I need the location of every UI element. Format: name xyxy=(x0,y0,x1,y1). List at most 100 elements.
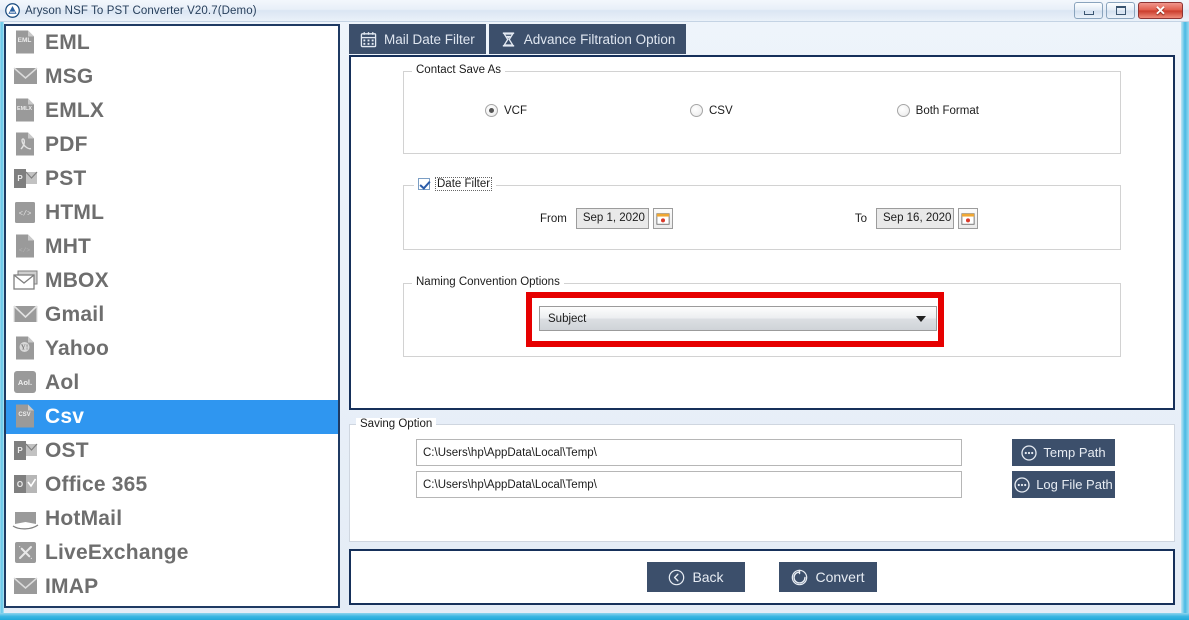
sidebar-item-ost[interactable]: P OST xyxy=(6,434,338,468)
from-label: From xyxy=(540,212,567,225)
radio-option-vcf[interactable]: VCF xyxy=(485,104,527,117)
log-path-input[interactable]: C:\Users\hp\AppData\Local\Temp\ xyxy=(416,471,962,498)
sidebar-item-aol[interactable]: Aol. Aol xyxy=(6,366,338,400)
back-button[interactable]: Back xyxy=(647,562,745,592)
date-filter-checkbox[interactable] xyxy=(418,178,430,190)
log-file-path-button[interactable]: Log File Path xyxy=(1012,471,1115,498)
sidebar-item-liveexchange[interactable]: LiveExchange xyxy=(6,536,338,570)
application-window: Aryson NSF To PST Converter V20.7(Demo) … xyxy=(0,0,1189,620)
sidebar-item-csv[interactable]: CSV Csv xyxy=(6,400,338,434)
close-button[interactable]: ✕ xyxy=(1138,2,1183,19)
sidebar-item-imap[interactable]: IMAP xyxy=(6,570,338,604)
sidebar-item-gmail[interactable]: Gmail xyxy=(6,298,338,332)
svg-text:Aol.: Aol. xyxy=(18,378,32,387)
contact-save-as-group: Contact Save As VCF CSV Both Format xyxy=(403,64,1121,154)
ellipsis-circle-icon xyxy=(1014,476,1030,493)
sidebar-item-label: Gmail xyxy=(45,303,105,326)
sidebar-item-pst[interactable]: P PST xyxy=(6,162,338,196)
naming-convention-dropdown[interactable]: Subject xyxy=(539,306,937,331)
window-frame-bottom xyxy=(0,613,1189,620)
date-filter-toggle[interactable]: Date Filter xyxy=(414,177,497,191)
svg-text:Y!: Y! xyxy=(21,343,28,351)
minimize-button[interactable] xyxy=(1074,2,1103,19)
temp-path-button[interactable]: Temp Path xyxy=(1012,439,1115,466)
sidebar-item-eml[interactable]: EML EML xyxy=(6,26,338,60)
convert-button[interactable]: Convert xyxy=(779,562,877,592)
sidebar-item-label: OST xyxy=(45,439,89,462)
naming-convention-value: Subject xyxy=(548,312,587,325)
date-filter-group: Date Filter From Sep 1, 2020 To Sep 16, … xyxy=(403,177,1121,250)
sidebar-item-hotmail[interactable]: HotMail xyxy=(6,502,338,536)
svg-text:EML: EML xyxy=(18,37,32,44)
to-calendar-button[interactable] xyxy=(958,208,978,229)
pdf-file-icon xyxy=(12,131,39,159)
yahoo-file-icon: Y! xyxy=(12,335,39,363)
radio-option-csv[interactable]: CSV xyxy=(690,104,733,117)
radio-label: VCF xyxy=(504,104,527,117)
radio-vcf-icon[interactable] xyxy=(485,104,498,117)
saving-option-group: Saving Option C:\Users\hp\AppData\Local\… xyxy=(349,418,1175,542)
sidebar-item-label: MSG xyxy=(45,65,94,88)
sidebar-item-mht[interactable]: </> MHT xyxy=(6,230,338,264)
format-list-sidebar[interactable]: EML EML MSG EMLX EMLX PDF P PST </> HTML </… xyxy=(4,24,340,608)
naming-convention-group: Naming Convention Options Subject xyxy=(403,276,1121,357)
window-frame-right xyxy=(1181,22,1189,620)
temp-path-input[interactable]: C:\Users\hp\AppData\Local\Temp\ xyxy=(416,439,962,466)
sidebar-item-office-365[interactable]: O Office 365 xyxy=(6,468,338,502)
imap-envelope-icon xyxy=(12,573,39,601)
radio-both-format-icon[interactable] xyxy=(896,104,910,117)
radio-option-both-format[interactable]: Both Format xyxy=(896,104,979,117)
svg-text:CSV: CSV xyxy=(18,412,30,418)
calendar-icon xyxy=(360,31,377,47)
sidebar-item-emlx[interactable]: EMLX EMLX xyxy=(6,94,338,128)
pst-outlook-icon: P xyxy=(12,165,39,193)
sidebar-item-label: Csv xyxy=(45,405,85,428)
sidebar-item-yahoo[interactable]: Y! Yahoo xyxy=(6,332,338,366)
restore-icon xyxy=(1115,6,1126,15)
app-logo-icon xyxy=(5,3,20,18)
tab-advance-filtration-option[interactable]: Advance Filtration Option xyxy=(488,24,687,54)
filter-panel: Contact Save As VCF CSV Both Format Date… xyxy=(349,55,1175,410)
sidebar-item-msg[interactable]: MSG xyxy=(6,60,338,94)
svg-text:EMLX: EMLX xyxy=(17,106,32,112)
to-date-input[interactable]: Sep 16, 2020 xyxy=(876,208,954,229)
convert-circle-icon xyxy=(792,569,808,585)
calendar-picker-icon xyxy=(656,212,670,225)
mht-code-file-icon: </> xyxy=(12,233,39,261)
sidebar-item-html[interactable]: </> HTML xyxy=(6,196,338,230)
date-filter-label: Date Filter xyxy=(435,177,493,191)
ost-outlook-icon: P xyxy=(12,437,39,465)
sidebar-item-label: HTML xyxy=(45,201,105,224)
csv-file-icon: CSV xyxy=(12,403,39,431)
window-controls: ✕ xyxy=(1074,2,1183,19)
window-title: Aryson NSF To PST Converter V20.7(Demo) xyxy=(25,4,257,17)
sidebar-item-label: Yahoo xyxy=(45,337,110,360)
live-exchange-icon xyxy=(12,539,39,567)
sidebar-item-pdf[interactable]: PDF xyxy=(6,128,338,162)
to-label: To xyxy=(854,212,867,225)
sidebar-item-label: EML xyxy=(45,31,90,54)
back-button-label: Back xyxy=(692,569,724,585)
sidebar-item-label: IMAP xyxy=(45,575,99,598)
calendar-picker-icon xyxy=(961,212,975,225)
naming-convention-highlight: Subject xyxy=(526,292,944,347)
office365-icon: O xyxy=(12,471,39,499)
from-calendar-button[interactable] xyxy=(652,208,673,229)
radio-csv-icon[interactable] xyxy=(690,104,703,117)
sidebar-item-mbox[interactable]: MBOX xyxy=(6,264,338,298)
from-date-input[interactable]: Sep 1, 2020 xyxy=(575,208,649,229)
log-file-path-button-label: Log File Path xyxy=(1036,477,1113,492)
sidebar-item-label: PDF xyxy=(45,133,88,156)
naming-convention-title: Naming Convention Options xyxy=(412,276,564,288)
tab-label: Mail Date Filter xyxy=(384,31,475,47)
maximize-button[interactable] xyxy=(1106,2,1135,19)
chevron-down-icon[interactable] xyxy=(916,315,926,322)
sidebar-item-label: Office 365 xyxy=(45,473,148,496)
tab-mail-date-filter[interactable]: Mail Date Filter xyxy=(349,24,486,54)
sidebar-item-label: MHT xyxy=(45,235,92,258)
back-circle-icon xyxy=(669,569,685,585)
sidebar-item-label: Aol xyxy=(45,371,80,394)
sidebar-item-label: EMLX xyxy=(45,99,105,122)
svg-text:</>: </> xyxy=(19,211,32,219)
eml-file-icon: EML xyxy=(12,29,39,57)
